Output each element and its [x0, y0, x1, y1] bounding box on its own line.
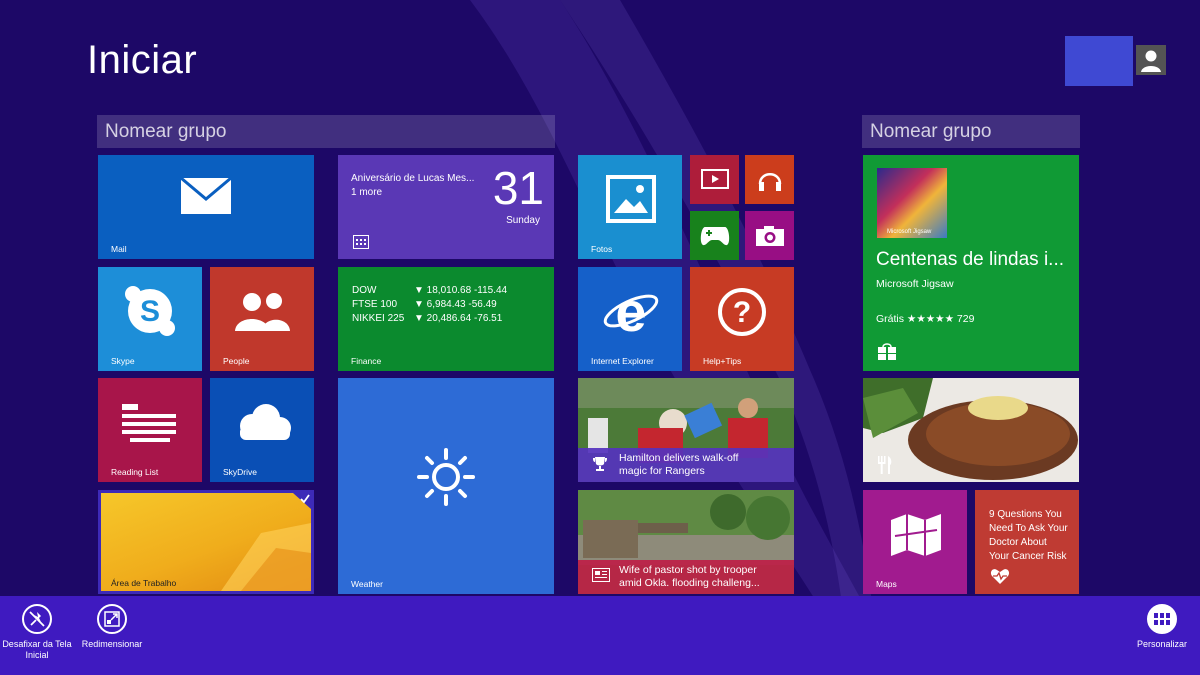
- store-tile-rating: Grátis ★★★★★ 729: [876, 313, 975, 325]
- jigsaw-thumbnail: Microsoft Jigsaw: [877, 168, 947, 238]
- tile-calendar[interactable]: Aniversário de Lucas Mes... 1 more 31 Su…: [338, 155, 554, 259]
- health-text-line: Doctor About: [989, 537, 1047, 548]
- tile-reading-list-label: Reading List: [111, 467, 159, 477]
- tile-mail[interactable]: Mail: [98, 155, 314, 259]
- svg-text:e: e: [615, 285, 646, 339]
- tile-food[interactable]: [863, 378, 1079, 482]
- group-header-2[interactable]: Nomear grupo: [862, 115, 1080, 148]
- health-text-line: 9 Questions You: [989, 509, 1062, 520]
- tile-sports[interactable]: Hamilton delivers walk-off magic for Ran…: [578, 378, 794, 482]
- sports-caption-line: magic for Rangers: [619, 465, 705, 477]
- tile-skydrive-label: SkyDrive: [223, 467, 258, 477]
- video-icon: [701, 169, 729, 189]
- tile-finance[interactable]: DOW ▼ 18,010.68 -115.44 FTSE 100 ▼ 6,984.4…: [338, 267, 554, 371]
- heart-pulse-icon: [990, 568, 1010, 584]
- finance-row: NIKKEI 225 ▼ 20,486.64 -76.51: [352, 313, 503, 324]
- store-tile-app: Microsoft Jigsaw: [876, 278, 954, 290]
- internet-explorer-icon: e: [602, 285, 660, 339]
- customize-icon: [1147, 604, 1177, 634]
- fork-knife-icon: [877, 456, 893, 474]
- camera-icon: [755, 225, 785, 247]
- store-tile-title: Centenas de lindas i...: [876, 249, 1065, 270]
- tile-desktop-label: Área de Trabalho: [111, 578, 177, 588]
- tile-music[interactable]: [745, 155, 794, 204]
- news-caption-line: amid Okla. flooding challeng...: [619, 577, 760, 589]
- finance-row: FTSE 100 ▼ 6,984.43 -56.49: [352, 299, 497, 310]
- tile-photos-label: Fotos: [591, 244, 613, 254]
- unpin-icon: [22, 604, 52, 634]
- tile-help-tips[interactable]: ? Help+Tips: [690, 267, 794, 371]
- headphones-icon: [757, 167, 783, 193]
- resize-label: Redimensionar: [81, 639, 143, 649]
- tile-news[interactable]: Wife of pastor shot by trooper amid Okla…: [578, 490, 794, 594]
- newspaper-icon: [592, 568, 610, 582]
- tile-skype-label: Skype: [111, 356, 135, 366]
- user-avatar-icon[interactable]: [1136, 45, 1166, 75]
- app-bar: Desafixar da Tela Inicial Redimensionar …: [0, 596, 1200, 675]
- health-text-line: Need To Ask Your: [989, 523, 1068, 534]
- calendar-event: Aniversário de Lucas Mes...: [351, 173, 475, 184]
- tile-desktop[interactable]: Área de Trabalho: [98, 490, 314, 594]
- tile-finance-label: Finance: [351, 356, 382, 366]
- food-photo: [863, 378, 1079, 482]
- tile-maps[interactable]: Maps: [863, 490, 967, 594]
- calendar-weekday: Sunday: [506, 215, 540, 226]
- selected-check-icon: [293, 493, 311, 509]
- resize-button[interactable]: Redimensionar: [78, 604, 146, 650]
- unpin-label-line: Desafixar da Tela: [2, 639, 72, 649]
- tile-help-tips-label: Help+Tips: [703, 356, 742, 366]
- tile-weather[interactable]: Weather: [338, 378, 554, 594]
- store-icon: [877, 343, 897, 361]
- tile-people[interactable]: People: [210, 267, 314, 371]
- gamepad-icon: [699, 225, 731, 247]
- tile-internet-explorer[interactable]: e Internet Explorer: [578, 267, 682, 371]
- unpin-button[interactable]: Desafixar da Tela Inicial: [2, 604, 72, 661]
- people-icon: [232, 291, 292, 331]
- tile-camera[interactable]: [745, 211, 794, 260]
- page-title: Iniciar: [87, 38, 198, 82]
- resize-icon: [97, 604, 127, 634]
- skype-icon: S: [124, 285, 176, 337]
- customize-label: Personalizar: [1136, 639, 1188, 649]
- tile-skype[interactable]: S Skype: [98, 267, 202, 371]
- calendar-more: 1 more: [351, 187, 383, 198]
- svg-text:?: ?: [733, 296, 751, 329]
- news-caption-line: Wife of pastor shot by trooper: [619, 564, 757, 576]
- calendar-day: 31: [492, 162, 544, 214]
- customize-button[interactable]: Personalizar: [1130, 604, 1194, 650]
- svg-text:S: S: [140, 295, 160, 328]
- sports-caption: Hamilton delivers walk-off magic for Ran…: [578, 448, 794, 482]
- unpin-label-line: Inicial: [25, 650, 49, 660]
- tile-weather-label: Weather: [351, 579, 383, 589]
- tile-skydrive[interactable]: SkyDrive: [210, 378, 314, 482]
- mail-icon: [180, 177, 232, 215]
- tile-internet-explorer-label: Internet Explorer: [591, 356, 654, 366]
- map-icon: [889, 512, 943, 558]
- jigsaw-thumbnail-badge: Microsoft Jigsaw: [887, 229, 932, 235]
- desktop-wallpaper: [221, 523, 311, 591]
- help-icon: ?: [717, 287, 767, 337]
- calendar-icon: [353, 235, 369, 249]
- news-caption: Wife of pastor shot by trooper amid Okla…: [578, 560, 794, 594]
- tile-health[interactable]: 9 Questions You Need To Ask Your Doctor …: [975, 490, 1079, 594]
- tile-people-label: People: [223, 356, 250, 366]
- group-header-1[interactable]: Nomear grupo: [97, 115, 555, 148]
- tile-games[interactable]: [690, 211, 739, 260]
- tile-mail-label: Mail: [111, 244, 127, 254]
- tile-video[interactable]: [690, 155, 739, 204]
- photos-icon: [606, 175, 656, 223]
- health-text-line: Your Cancer Risk: [989, 551, 1067, 562]
- sun-icon: [417, 448, 475, 506]
- tile-maps-label: Maps: [876, 579, 897, 589]
- trophy-icon: [592, 456, 608, 472]
- finance-row: DOW ▼ 18,010.68 -115.44: [352, 285, 508, 296]
- reading-list-icon: [122, 404, 178, 444]
- tile-reading-list[interactable]: Reading List: [98, 378, 202, 482]
- sports-caption-line: Hamilton delivers walk-off: [619, 452, 739, 464]
- cloud-icon: [230, 402, 294, 442]
- tile-photos[interactable]: Fotos: [578, 155, 682, 259]
- user-account-tile[interactable]: [1065, 36, 1133, 86]
- tile-store[interactable]: Microsoft Jigsaw Centenas de lindas i...…: [863, 155, 1079, 371]
